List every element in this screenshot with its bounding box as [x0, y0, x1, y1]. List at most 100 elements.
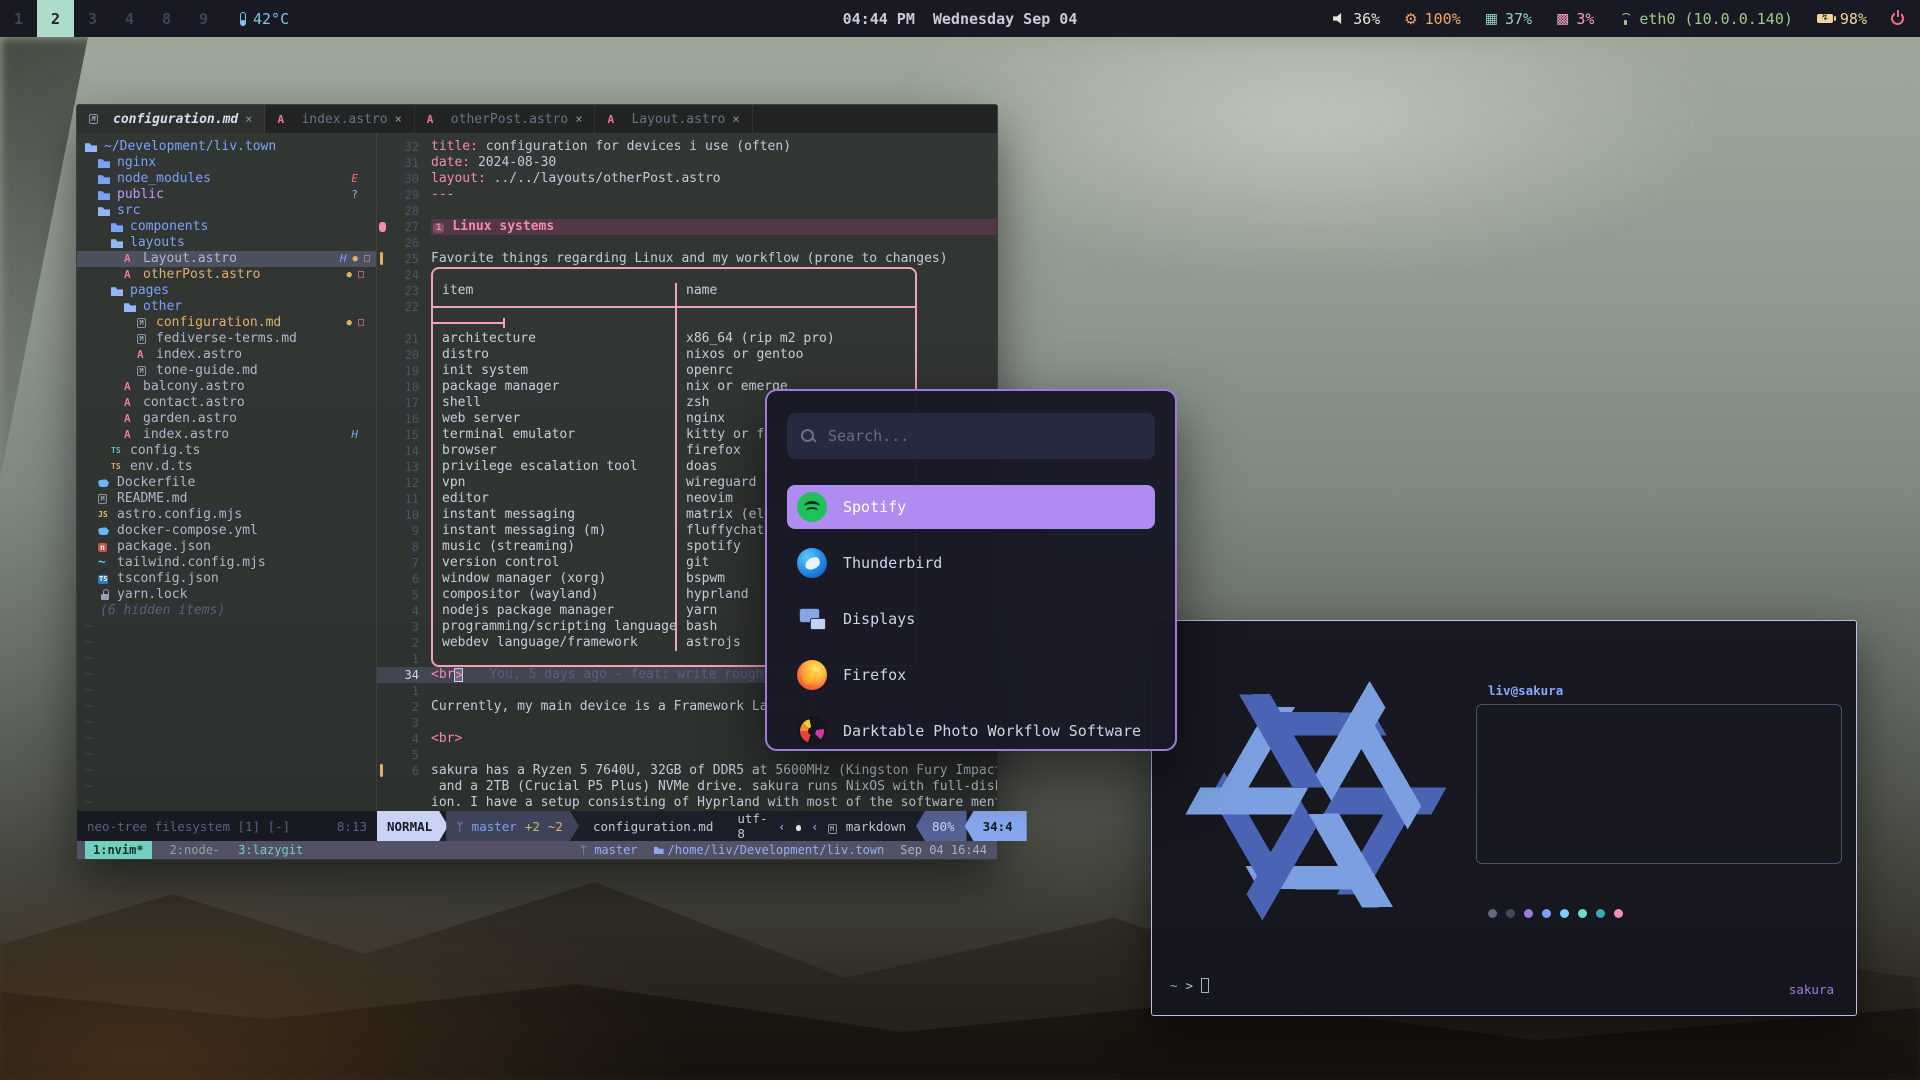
power-module[interactable]	[1891, 12, 1904, 25]
tree-item-markers: H	[351, 427, 370, 443]
clock-date: Wednesday Sep 04	[933, 10, 1078, 28]
launcher-item[interactable]: Thunderbird	[787, 541, 1155, 585]
tree-item[interactable]: yarn.lock	[77, 587, 376, 603]
table-row: 21 architecture x86_64 (rip m2 pro)	[377, 331, 997, 347]
workspace-item[interactable]: 8	[148, 0, 185, 37]
tree-item[interactable]: Layout.astro H ● □	[77, 251, 376, 267]
tree-item[interactable]: node_modules E	[77, 171, 376, 187]
chevron-left-icon: ‹	[811, 819, 819, 834]
tree-item[interactable]: pages	[77, 283, 376, 299]
workspace-item[interactable]: 2	[37, 0, 74, 37]
tree-item[interactable]: index.astro H	[77, 427, 376, 443]
workspace-item[interactable]: 9	[185, 0, 222, 37]
file-icon	[111, 283, 128, 299]
buffer-tab-label: configuration.md	[113, 112, 238, 127]
fetch-info-line: WM: sway	[1487, 824, 1831, 840]
fetch-info-line: Shell: zsh 5.9	[1487, 792, 1831, 808]
tree-item[interactable]: contact.astro	[77, 395, 376, 411]
table-separator	[431, 299, 917, 315]
tree-item[interactable]: nginx	[77, 155, 376, 171]
fetch-info-line: Kernel: 6.10.6	[1487, 744, 1831, 760]
tree-item[interactable]: env.d.ts	[77, 459, 376, 475]
tree-item-markers: ● □	[347, 267, 370, 283]
file-icon	[124, 267, 141, 283]
table-cell-item: architecture	[431, 331, 675, 347]
tree-item[interactable]: balcony.astro	[77, 379, 376, 395]
table-cell-item: programming/scripting language	[431, 619, 675, 635]
line-number: 4	[389, 731, 419, 747]
buffer-tab[interactable]: configuration.md ×	[77, 105, 265, 133]
neotree-status-position: 8:13	[337, 819, 367, 834]
line-number: 14	[389, 443, 419, 459]
tree-item[interactable]: src	[77, 203, 376, 219]
buffer-tab[interactable]: Layout.astro ×	[595, 105, 752, 133]
tree-item[interactable]: README.md	[77, 491, 376, 507]
gpu-module[interactable]: ▩ 3%	[1556, 10, 1594, 28]
tmux-window[interactable]: 2:node-	[170, 843, 221, 857]
brightness-icon: ⚙	[1404, 10, 1417, 28]
close-icon[interactable]: ×	[575, 112, 582, 126]
git-marker: ?	[351, 187, 358, 203]
cpu-module[interactable]: ▦ 37%	[1485, 10, 1532, 28]
tree-item-label: Layout.astro	[141, 251, 237, 267]
search-input[interactable]	[828, 427, 1141, 445]
close-icon[interactable]: ×	[732, 112, 739, 126]
editor-line: ion. I have a setup consisting of Hyprla…	[377, 795, 997, 811]
launcher-search[interactable]	[787, 413, 1155, 459]
tree-item-label: fediverse-terms.md	[154, 331, 297, 347]
empty-line: ~	[77, 635, 376, 651]
buffer-tab-label: Layout.astro	[631, 112, 725, 127]
volume-module[interactable]: 36%	[1333, 10, 1380, 28]
tree-item[interactable]: Dockerfile	[77, 475, 376, 491]
tree-item[interactable]: public ?	[77, 187, 376, 203]
close-icon[interactable]: ×	[395, 112, 402, 126]
tmux-window[interactable]: 3:lazygit	[238, 843, 303, 857]
tree-item[interactable]: tone-guide.md	[77, 363, 376, 379]
tree-item[interactable]: astro.config.mjs	[77, 507, 376, 523]
empty-line: ~	[77, 731, 376, 747]
shell-prompt[interactable]: ~ >	[1170, 978, 1209, 993]
tree-item-label: tsconfig.json	[115, 571, 219, 587]
tree-item[interactable]: other	[77, 299, 376, 315]
color-dot	[1506, 909, 1515, 918]
tree-item-label: docker-compose.yml	[115, 523, 258, 539]
temperature-module[interactable]: 42°C	[240, 10, 289, 28]
line-number: 15	[389, 427, 419, 443]
chevron-left-icon: ‹	[778, 819, 786, 834]
git-marker: H	[351, 427, 358, 443]
launcher-item[interactable]: Displays	[787, 597, 1155, 641]
tree-item[interactable]: components	[77, 219, 376, 235]
tree-item[interactable]: package.json	[77, 539, 376, 555]
launcher-item[interactable]: Darktable Photo Workflow Software	[787, 709, 1155, 751]
tree-item[interactable]: fediverse-terms.md	[77, 331, 376, 347]
tree-item-label: layouts	[128, 235, 185, 251]
workspace-item[interactable]: 4	[111, 0, 148, 37]
tmux-window-active[interactable]: 1:nvim*	[85, 841, 152, 859]
brightness-module[interactable]: ⚙ 100%	[1404, 10, 1461, 28]
tree-item[interactable]: layouts	[77, 235, 376, 251]
battery-module[interactable]: 98%	[1817, 10, 1867, 28]
tree-item[interactable]: otherPost.astro ● □	[77, 267, 376, 283]
tree-item[interactable]: docker-compose.yml	[77, 523, 376, 539]
tree-item[interactable]: garden.astro	[77, 411, 376, 427]
buffer-tab[interactable]: index.astro ×	[265, 105, 414, 133]
tree-item[interactable]: tailwind.config.mjs	[77, 555, 376, 571]
table-cell-item: init system	[431, 363, 675, 379]
tree-item[interactable]: config.ts	[77, 443, 376, 459]
filetype: markdown	[846, 819, 906, 834]
launcher-item[interactable]: Spotify	[787, 485, 1155, 529]
tree-item[interactable]: index.astro	[77, 347, 376, 363]
tree-item[interactable]: tsconfig.json	[77, 571, 376, 587]
tree-item[interactable]: configuration.md ● □	[77, 315, 376, 331]
heading-band: Linux systems	[431, 219, 997, 235]
launcher-item[interactable]: Firefox	[787, 653, 1155, 697]
color-dot	[1542, 909, 1551, 918]
workspace-item[interactable]: 1	[0, 0, 37, 37]
table-cell-name: openrc	[675, 363, 917, 379]
tree-root[interactable]: ~/Development/liv.town	[77, 139, 376, 155]
network-module[interactable]: eth0 (10.0.0.140)	[1618, 10, 1793, 28]
close-icon[interactable]: ×	[245, 112, 252, 126]
tree-item-label: public	[115, 187, 164, 203]
buffer-tab[interactable]: otherPost.astro ×	[415, 105, 596, 133]
workspace-item[interactable]: 3	[74, 0, 111, 37]
